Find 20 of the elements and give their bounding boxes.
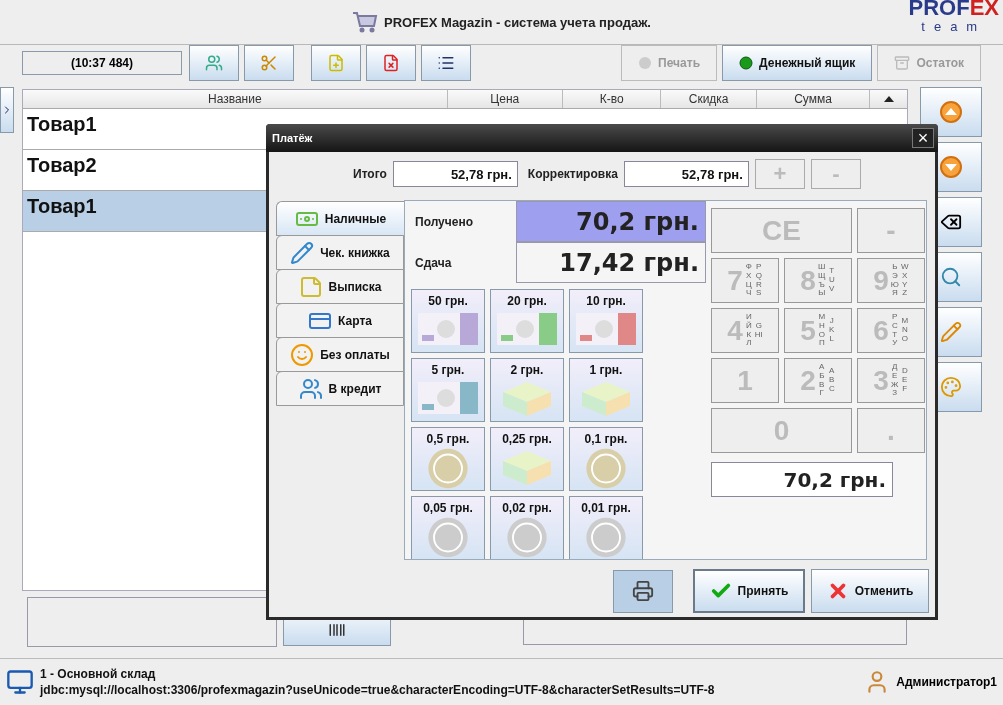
change-label: Сдача [414,255,453,270]
received-label: Получено [414,214,474,229]
dialog-title: Платёж [272,132,313,144]
column-header: Цена [447,90,563,108]
warehouse-label: 1 - Основной склад [40,667,157,681]
correction-label: Корректировка [527,167,618,181]
logo-subtitle: team [921,20,987,34]
window-title: PROFEX Magazin - система учета продаж. [384,14,651,30]
clock-display: (10:37 484) [22,51,182,75]
connection-string: jdbc:mysql://localhost:3306/profexmagazin?useUnicode=true&characterEncoding=UTF-8&characterSetResults=UTF-8 [40,683,715,697]
logo: PROFEX [908,0,999,20]
column-header: Сумма [756,90,871,108]
column-header: Название [23,90,448,108]
total-label: Итого [353,167,387,181]
column-header: К-во [562,90,662,108]
table-cell: Товар1 [27,195,97,217]
table-cell: Товар1 [27,113,97,135]
table-cell: Товар2 [27,154,97,176]
column-header: Скидка [661,90,757,108]
user-name: Администратор1 [896,675,997,689]
